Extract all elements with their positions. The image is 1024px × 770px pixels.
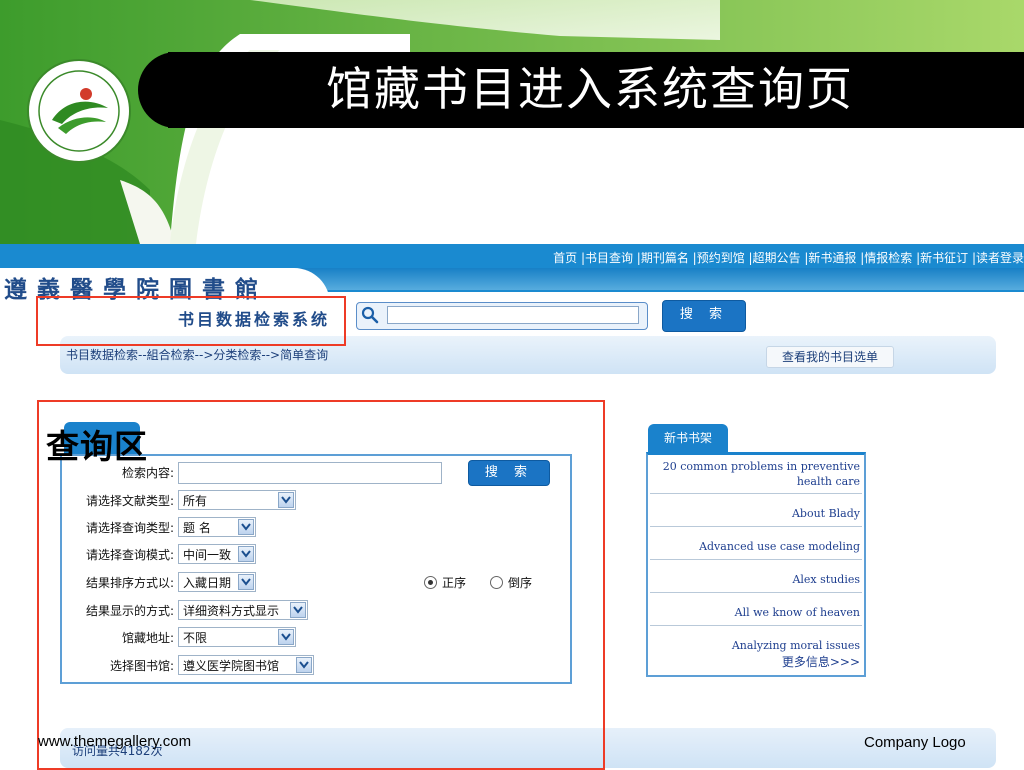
page-title: 馆藏书目进入系统查询页 [326, 62, 854, 116]
system-name-highlight [36, 296, 346, 346]
new-books-panel: 20 common problems in preventive health … [646, 452, 866, 677]
divider [650, 592, 862, 593]
search-icon [361, 306, 379, 324]
new-book-item[interactable]: Advanced use case modeling [650, 539, 860, 554]
my-list-button[interactable]: 查看我的书目选单 [766, 346, 894, 368]
footer-website: www.themegallery.com [38, 733, 192, 750]
query-area-label: 查询区 [46, 427, 148, 466]
divider [650, 493, 862, 494]
divider [650, 625, 862, 626]
top-navigation[interactable]: 首页 |书目查询 |期刊篇名 |预约到馆 |超期公告 |新书通报 |情报检索 |… [520, 249, 1024, 266]
college-logo [27, 59, 131, 163]
new-books-tab[interactable]: 新书书架 [648, 424, 728, 452]
new-book-item[interactable]: 20 common problems in preventive health … [650, 459, 860, 489]
header-strip-lower [300, 268, 1024, 290]
more-info-link[interactable]: 更多信息>>> [650, 653, 860, 670]
divider [650, 526, 862, 527]
new-book-item[interactable]: Analyzing moral issues [650, 638, 860, 653]
breadcrumb[interactable]: 书目数据检索--組合检索-->分类检索-->简单查询 [66, 346, 328, 363]
new-book-item[interactable]: All we know of heaven [650, 605, 860, 620]
top-search-box [356, 302, 648, 330]
new-book-item[interactable]: About Blady [650, 506, 860, 521]
footer-company-logo: Company Logo [864, 734, 966, 751]
top-search-button[interactable]: 搜 索 [662, 300, 746, 332]
new-book-item[interactable]: Alex studies [650, 572, 860, 587]
top-search-input[interactable] [387, 306, 639, 324]
divider [650, 559, 862, 560]
